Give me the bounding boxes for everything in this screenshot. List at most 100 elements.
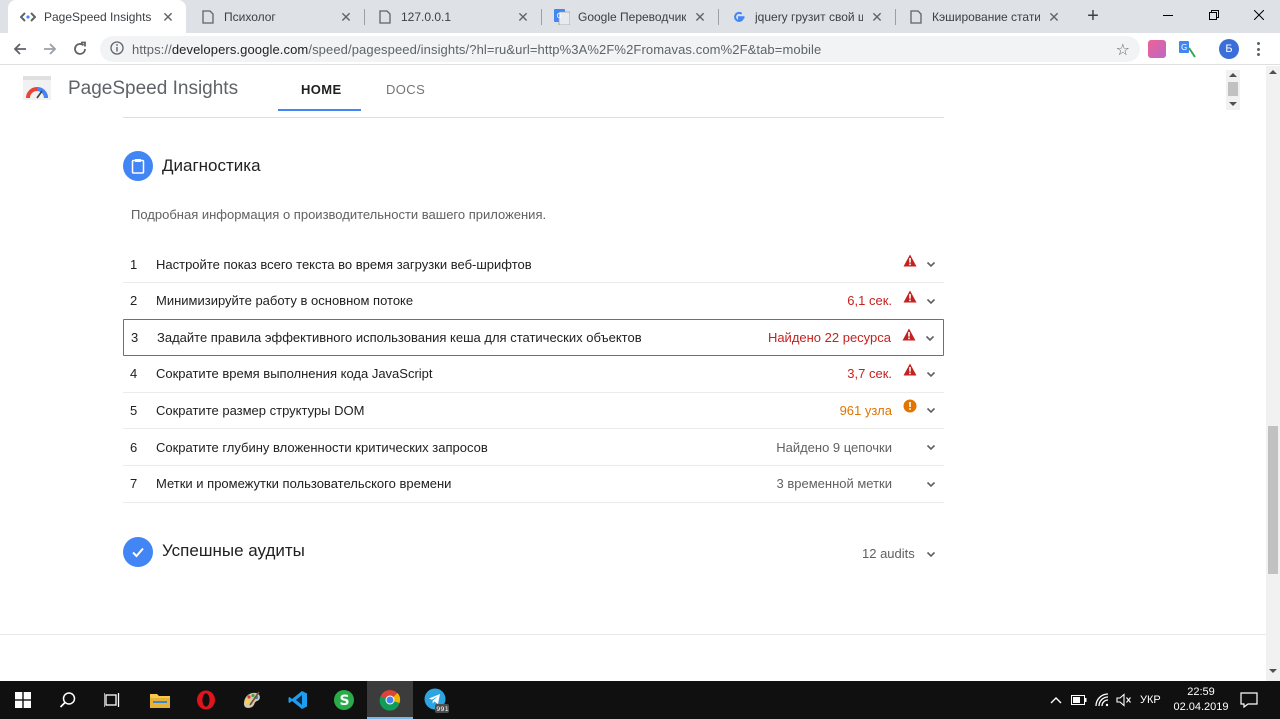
tab-jquery-search[interactable]: jquery грузит свой шри ✕ (719, 0, 895, 33)
audit-number: 7 (130, 476, 138, 492)
audit-number: 2 (130, 293, 138, 309)
google-translate-icon: G (554, 8, 570, 25)
close-icon[interactable]: ✕ (515, 9, 531, 25)
clock[interactable]: 22:59 02.04.2019 (1170, 685, 1232, 715)
close-icon[interactable]: ✕ (692, 9, 708, 25)
svg-text:G: G (1181, 43, 1187, 52)
chevron-down-icon[interactable] (925, 547, 937, 565)
wifi-icon[interactable] (1095, 681, 1111, 719)
page-scrollbar[interactable] (1266, 66, 1280, 681)
scroll-up-arrow[interactable] (1229, 73, 1237, 77)
tab-pagespeed[interactable]: PageSpeed Insights ✕ (8, 0, 186, 33)
skype-icon[interactable]: S (321, 681, 367, 719)
audit-number: 4 (130, 366, 138, 382)
tab-docs[interactable]: DOCS (386, 82, 425, 97)
reload-button[interactable] (68, 37, 92, 61)
close-icon[interactable]: ✕ (160, 9, 176, 25)
tab-title: 127.0.0.1 (401, 9, 452, 24)
audit-title: Задайте правила эффективного использован… (157, 330, 642, 346)
chevron-down-icon[interactable] (925, 368, 937, 380)
audit-row[interactable]: 1 Настройте показ всего текста во время з… (123, 246, 944, 283)
notifications-icon[interactable] (1240, 681, 1258, 719)
extension-icon[interactable] (1148, 40, 1166, 58)
bookmark-star-icon[interactable]: ☆ (1116, 40, 1130, 60)
battery-icon[interactable] (1071, 681, 1087, 719)
clock-time: 22:59 (1187, 686, 1215, 698)
audit-value: 961 узла (839, 402, 892, 418)
audit-title: Настройте показ всего текста во время за… (156, 256, 532, 272)
scroll-down-arrow[interactable] (1229, 102, 1237, 106)
url-scheme: https:// (132, 41, 172, 57)
scroll-up-arrow[interactable] (1269, 70, 1277, 74)
task-view-icon[interactable] (90, 681, 136, 719)
tab-home[interactable]: HOME (301, 82, 342, 97)
passed-audits-title[interactable]: Успешные аудиты (162, 541, 305, 561)
chevron-down-icon[interactable] (925, 295, 937, 307)
tab-caching[interactable]: Кэширование статики ✕ (896, 0, 1072, 33)
new-tab-button[interactable]: + (1082, 5, 1104, 27)
volume-icon[interactable] (1116, 681, 1132, 719)
forward-button[interactable] (38, 37, 62, 61)
passed-audits-count: 12 audits (862, 546, 915, 561)
language-indicator[interactable]: УКР (1140, 681, 1161, 719)
audit-row[interactable]: 2 Минимизируйте работу в основном потоке 6… (123, 283, 944, 320)
close-window-button[interactable] (1236, 0, 1280, 30)
audit-title: Сократите глубину вложенности критически… (156, 439, 488, 455)
chevron-down-icon[interactable] (925, 258, 937, 270)
chevron-down-icon[interactable] (924, 332, 936, 344)
audit-number: 6 (130, 439, 138, 455)
header-scrollbar[interactable] (1226, 70, 1240, 110)
close-icon[interactable]: ✕ (869, 9, 885, 25)
tab-translate[interactable]: G Google Переводчик ✕ (542, 0, 718, 33)
document-icon (908, 9, 924, 25)
audit-number: 3 (131, 330, 139, 346)
audit-row[interactable]: 4 Сократите время выполнения кода JavaScr… (123, 356, 944, 393)
minimize-button[interactable] (1145, 0, 1191, 30)
close-icon[interactable]: ✕ (338, 9, 354, 25)
scrollbar-thumb[interactable] (1268, 426, 1278, 574)
chrome-icon[interactable] (367, 681, 413, 719)
telegram-icon[interactable]: 991 (413, 681, 459, 719)
tab-localhost[interactable]: 127.0.0.1 ✕ (365, 0, 541, 33)
chevron-down-icon[interactable] (925, 478, 937, 490)
checkmark-icon (123, 537, 153, 567)
paint-icon[interactable] (229, 681, 275, 719)
diagnostics-description: Подробная информация о производительност… (131, 207, 547, 222)
audit-row[interactable]: 6 Сократите глубину вложенности критическ… (123, 429, 944, 466)
windows-start-icon[interactable] (0, 681, 46, 719)
show-hidden-icons[interactable] (1050, 681, 1062, 719)
telegram-badge: 991 (436, 705, 448, 713)
pagespeed-logo-icon (23, 76, 51, 100)
vscode-icon[interactable] (275, 681, 321, 719)
search-icon[interactable] (45, 681, 91, 719)
translate-extension-icon[interactable]: G (1178, 40, 1196, 58)
chevron-down-icon[interactable] (925, 441, 937, 453)
clipboard-icon (123, 151, 153, 181)
audit-title: Сократите время выполнения кода JavaScri… (156, 366, 433, 382)
file-explorer-icon[interactable] (137, 681, 183, 719)
audit-row[interactable]: 5 Сократите размер структуры DOM 961 узла (123, 392, 944, 430)
opera-icon[interactable] (183, 681, 229, 719)
info-icon[interactable] (110, 40, 124, 58)
audit-title: Сократите размер структуры DOM (156, 402, 365, 418)
tab-title: Кэширование статики (932, 9, 1040, 24)
warning-triangle-icon (903, 253, 917, 267)
audit-title: Метки и промежутки пользовательского вре… (156, 476, 452, 492)
back-button[interactable] (8, 37, 32, 61)
tab-title: jquery грузит свой шри (755, 9, 863, 24)
scroll-down-arrow[interactable] (1269, 669, 1277, 673)
address-bar[interactable]: https://developers.google.com/speed/page… (100, 36, 1140, 62)
restore-button[interactable] (1191, 0, 1237, 30)
footer-divider (0, 634, 1266, 635)
active-tab-indicator (278, 109, 361, 111)
close-icon[interactable]: ✕ (1046, 9, 1062, 25)
scrollbar-thumb[interactable] (1228, 82, 1238, 96)
audit-row[interactable]: 3 Задайте правила эффективного использова… (123, 319, 944, 357)
profile-avatar[interactable]: Б (1219, 39, 1239, 59)
browser-toolbar: https://developers.google.com/speed/page… (0, 33, 1280, 65)
audit-row[interactable]: 7 Метки и промежутки пользовательского вр… (123, 466, 944, 503)
chevron-down-icon[interactable] (925, 404, 937, 416)
tab-psiholog[interactable]: Психолог ✕ (188, 0, 364, 33)
audit-value: Найдено 9 цепочки (776, 439, 892, 455)
browser-menu-icon[interactable] (1252, 39, 1264, 59)
